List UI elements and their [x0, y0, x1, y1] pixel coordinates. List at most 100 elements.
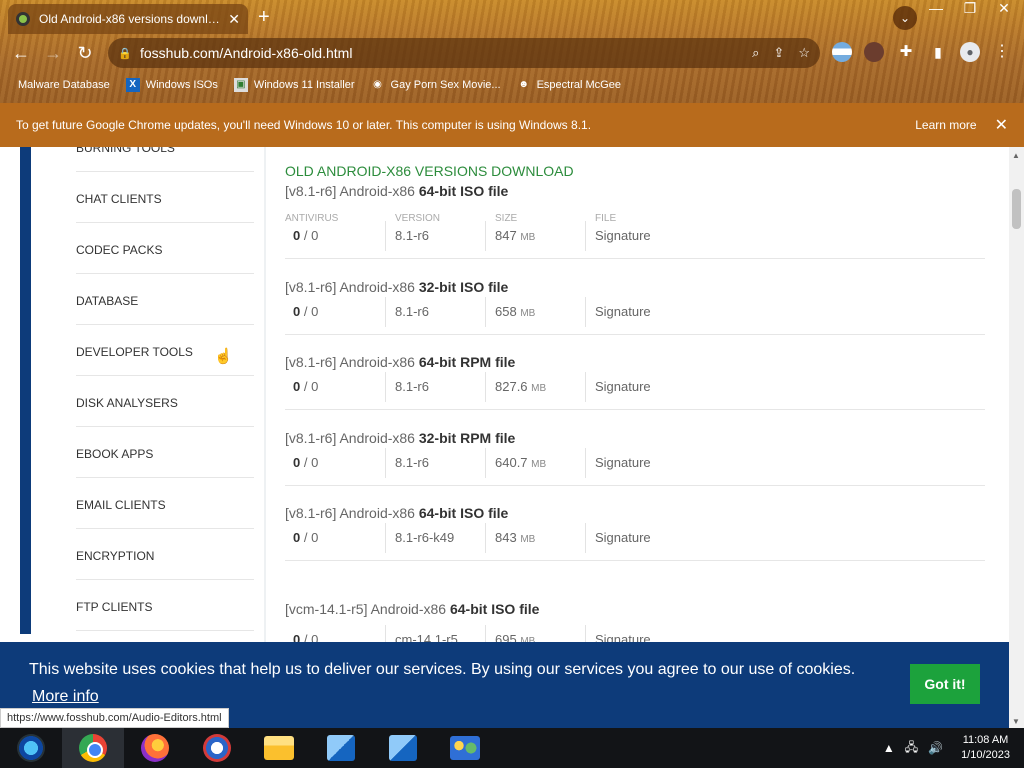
bookmark-label: Gay Porn Sex Movie...: [390, 79, 501, 91]
taskbar-people[interactable]: [434, 728, 496, 768]
signature-link[interactable]: Signature: [595, 297, 651, 327]
column-divider: [585, 372, 586, 402]
chrome-update-infobar: To get future Google Chrome updates, you…: [0, 103, 1024, 147]
network-icon[interactable]: 🖧: [905, 738, 918, 759]
got-it-button[interactable]: Got it!: [910, 664, 980, 704]
bookmark-icon: ◉: [373, 79, 382, 90]
bookmark-windows-11-installer[interactable]: ▣ Windows 11 Installer: [233, 78, 355, 92]
file-title[interactable]: [v8.1-r6] Android-x86 64-bit RPM file: [285, 354, 985, 370]
people-icon: [450, 736, 480, 760]
reload-button[interactable]: ↻: [74, 43, 96, 64]
forward-button[interactable]: →: [42, 43, 64, 64]
page-title: OLD ANDROID-X86 VERSIONS DOWNLOAD: [285, 163, 574, 179]
system-tray: ▲ 🖧 🔊 11:08 AM 1/10/2023: [883, 733, 1024, 763]
infobar-message: To get future Google Chrome updates, you…: [16, 118, 592, 132]
column-divider: [485, 372, 486, 402]
hand-cursor-icon: ☝: [214, 348, 233, 365]
volume-icon[interactable]: 🔊: [928, 741, 943, 755]
active-tab[interactable]: Old Android-x86 versions download ✕: [8, 4, 248, 34]
learn-more-link[interactable]: Learn more: [915, 118, 976, 132]
sidebar-item-database[interactable]: DATABASE: [76, 274, 254, 325]
taskbar-firefox[interactable]: [124, 728, 186, 768]
opera-icon: [203, 734, 231, 762]
scroll-down-arrow-icon[interactable]: ▼: [1012, 717, 1020, 726]
lock-icon[interactable]: 🔒: [118, 47, 132, 60]
infobar-close-icon[interactable]: ✕: [995, 115, 1008, 135]
scroll-thumb[interactable]: [1012, 189, 1021, 229]
category-list: BURNING TOOLS CHAT CLIENTS CODEC PACKS D…: [76, 147, 254, 631]
file-title[interactable]: [v8.1-r6] Android-x86 32-bit ISO file: [285, 279, 985, 295]
bookmark-label: Espectral McGee: [536, 79, 621, 91]
extensions-area: ✚ ▮ ● ⋮: [832, 42, 1012, 62]
sidebar-item-ftp-clients[interactable]: FTP CLIENTS: [76, 580, 254, 631]
tab-close-icon[interactable]: ✕: [228, 11, 240, 28]
sidebar-item-email-clients[interactable]: EMAIL CLIENTS: [76, 478, 254, 529]
restore-button[interactable]: ❐: [962, 0, 978, 17]
scroll-up-arrow-icon[interactable]: ▲: [1012, 151, 1020, 160]
bookmarks-bar: Malware Database X Windows ISOs ▣ Window…: [0, 74, 1024, 96]
taskbar-chrome[interactable]: [62, 728, 124, 768]
search-icon[interactable]: ⌕: [752, 45, 759, 61]
tab-search-icon[interactable]: ⌄: [893, 6, 917, 30]
file-title[interactable]: [v8.1-r6] Android-x86 32-bit RPM file: [285, 430, 985, 446]
file-entry: [v8.1-r6] Android-x86 64-bit RPM file 0 …: [285, 354, 985, 410]
size-value: 640.7 MB: [495, 455, 547, 470]
clock[interactable]: 11:08 AM 1/10/2023: [961, 733, 1010, 763]
signature-link[interactable]: Signature: [595, 448, 651, 478]
bookmark-label: Malware Database: [18, 79, 110, 91]
file-details: 0 / 0 8.1-r6 658 MB Signature: [285, 295, 985, 335]
bookmark-malware-database[interactable]: Malware Database: [18, 79, 110, 91]
cookie-message: This website uses cookies that help us t…: [29, 661, 856, 678]
minimize-button[interactable]: —: [928, 0, 944, 17]
star-icon[interactable]: ☆: [798, 45, 810, 61]
show-hidden-icons-icon[interactable]: ▲: [883, 741, 895, 755]
signature-link[interactable]: Signature: [595, 523, 651, 553]
flag-icon[interactable]: [832, 42, 852, 62]
close-window-button[interactable]: ✕: [996, 0, 1012, 17]
sidebar-item-burning-tools[interactable]: BURNING TOOLS: [76, 147, 254, 172]
column-divider: [485, 221, 486, 251]
taskbar-network-tool-2[interactable]: [372, 728, 434, 768]
file-entry: [v8.1-r6] Android-x86 32-bit RPM file 0 …: [285, 430, 985, 486]
taskbar-opera[interactable]: [186, 728, 248, 768]
back-button[interactable]: ←: [10, 43, 32, 64]
start-button[interactable]: [0, 728, 62, 768]
sidebar-item-ebook-apps[interactable]: EBOOK APPS: [76, 427, 254, 478]
download-content: OLD ANDROID-X86 VERSIONS DOWNLOAD [v8.1-…: [266, 147, 1009, 728]
profile-extension-icon[interactable]: [864, 42, 884, 62]
sidebar-item-encryption[interactable]: ENCRYPTION: [76, 529, 254, 580]
antivirus-value: 0 / 0: [293, 379, 319, 394]
column-divider: [385, 448, 386, 478]
address-bar[interactable]: 🔒 fosshub.com/Android-x86-old.html ⌕ ⇪ ☆: [108, 38, 820, 68]
signature-link[interactable]: Signature: [595, 221, 651, 251]
new-tab-button[interactable]: +: [258, 6, 270, 29]
bookmark-movie[interactable]: ◉ Gay Porn Sex Movie...: [371, 78, 501, 92]
page-scrollbar[interactable]: ▲ ▼: [1009, 147, 1024, 728]
file-title[interactable]: [v8.1-r6] Android-x86 64-bit ISO file: [285, 505, 985, 521]
browser-frame: Old Android-x86 versions download ✕ + ⌄ …: [0, 0, 1024, 103]
avatar-icon[interactable]: ●: [960, 42, 980, 62]
sidebar-item-codec-packs[interactable]: CODEC PACKS: [76, 223, 254, 274]
size-value: 843 MB: [495, 530, 536, 545]
bookmark-espectral-mcgee[interactable]: ☻ Espectral McGee: [517, 78, 621, 92]
file-title[interactable]: [vcm-14.1-r5] Android-x86 64-bit ISO fil…: [285, 601, 985, 617]
signature-link[interactable]: Signature: [595, 372, 651, 402]
taskbar-file-explorer[interactable]: [248, 728, 310, 768]
url-text[interactable]: fosshub.com/Android-x86-old.html: [140, 45, 738, 61]
taskbar-network-tool[interactable]: [310, 728, 372, 768]
sidebar-item-chat-clients[interactable]: CHAT CLIENTS: [76, 172, 254, 223]
more-info-link[interactable]: More info: [32, 688, 99, 706]
antivirus-value: 0 / 0: [293, 530, 319, 545]
menu-icon[interactable]: ⋮: [992, 42, 1012, 62]
clock-date: 1/10/2023: [961, 749, 1010, 761]
puzzle-icon[interactable]: ✚: [896, 42, 916, 62]
file-details: 0 / 0 8.1-r6 640.7 MB Signature: [285, 446, 985, 486]
file-entry: [v8.1-r6] Android-x86 64-bit ISO file AN…: [285, 183, 985, 259]
sidebar-item-disk-analysers[interactable]: DISK ANALYSERS: [76, 376, 254, 427]
bookmark-windows-isos[interactable]: X Windows ISOs: [125, 78, 218, 92]
file-title[interactable]: [v8.1-r6] Android-x86 64-bit ISO file: [285, 183, 985, 199]
status-url-bubble: https://www.fosshub.com/Audio-Editors.ht…: [0, 708, 229, 728]
column-divider: [385, 523, 386, 553]
share-icon[interactable]: ⇪: [773, 45, 784, 61]
side-panel-icon[interactable]: ▮: [928, 42, 948, 62]
